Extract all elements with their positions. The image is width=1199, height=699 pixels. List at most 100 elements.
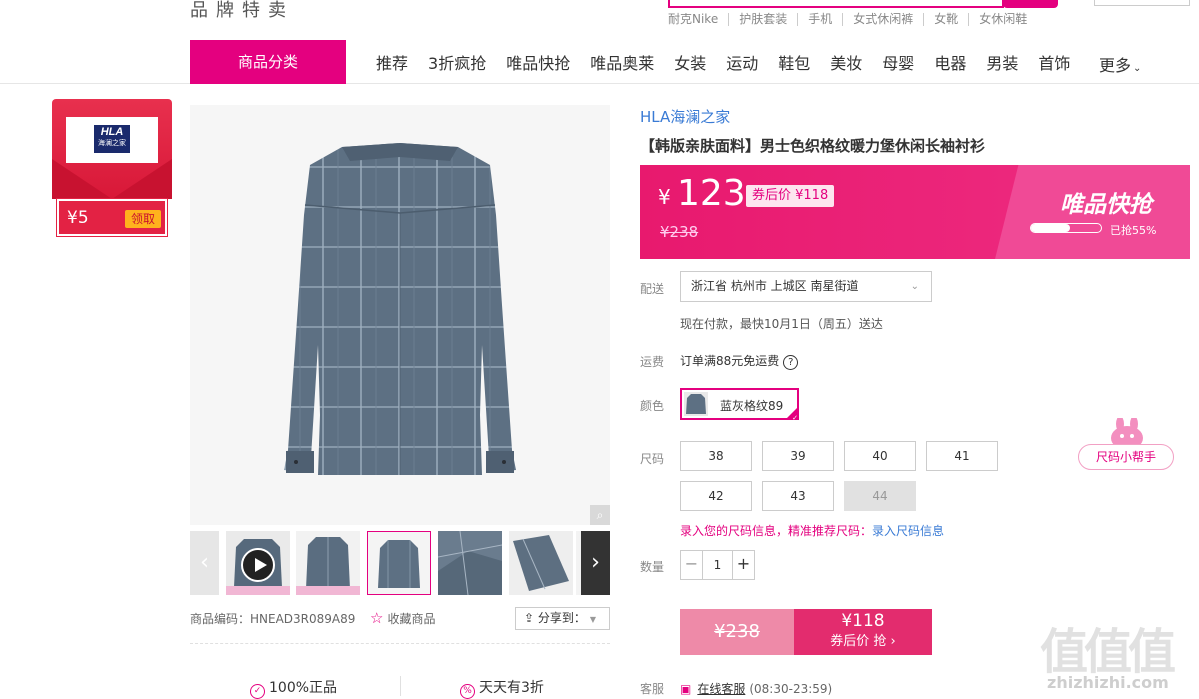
nav-item[interactable]: 推荐 <box>376 50 408 74</box>
thumb-next-button[interactable]: › <box>581 531 610 595</box>
get-coupon-button[interactable]: 领取 <box>125 210 161 228</box>
brand-coupon[interactable]: HLA 海澜之家 ¥5 领取 <box>52 99 172 237</box>
brand-link[interactable]: HLA海澜之家 <box>640 106 730 127</box>
freight-label: 运费 <box>640 355 665 369</box>
watermark: 值值值 <box>1040 624 1176 680</box>
customer-service: ▣ 在线客服 (08:30-23:59) <box>680 680 832 697</box>
hot-word[interactable]: 护肤套装 <box>728 13 797 26</box>
freight-info: 订单满88元免运费? <box>680 352 799 370</box>
buy-button[interactable]: ¥238 ¥118 券后价 抢 › <box>680 609 932 655</box>
divider <box>190 643 610 644</box>
buy-coupon-price[interactable]: ¥118 券后价 抢 › <box>794 609 932 655</box>
nav-more[interactable]: 更多 ⌄ <box>1099 52 1141 76</box>
currency-symbol: ¥ <box>658 185 671 209</box>
size-info-link[interactable]: 录入尺码信息 <box>872 524 944 538</box>
search-button[interactable] <box>1003 0 1058 8</box>
chevron-down-icon: ⌄ <box>1133 63 1142 74</box>
nav-item[interactable]: 电器 <box>934 50 966 74</box>
chevron-down-icon: ⌄ <box>910 281 919 292</box>
service-label: 客服 <box>640 682 665 696</box>
shirt-image <box>284 143 516 475</box>
color-swatch <box>684 392 708 416</box>
logo-subtext: 海澜之家 <box>98 140 126 147</box>
question-icon[interactable]: ? <box>783 355 799 370</box>
hot-word[interactable]: 耐克Nike <box>668 13 728 26</box>
quantity-label: 数量 <box>640 560 665 574</box>
thumbnail[interactable] <box>509 531 573 595</box>
minus-button[interactable]: − <box>681 551 703 579</box>
shield-icon: ✓ <box>250 684 265 699</box>
brand-logo: HLA 海澜之家 <box>66 117 158 163</box>
nav-item[interactable]: 男装 <box>986 50 1018 74</box>
nav-item[interactable]: 女装 <box>674 50 706 74</box>
nav-item[interactable]: 唯品奥莱 <box>590 50 654 74</box>
buy-original-price: ¥238 <box>680 609 794 655</box>
color-name: 蓝灰格纹89 <box>720 399 784 413</box>
sold-progress-bar <box>1030 223 1102 233</box>
size-helper-label[interactable]: 尺码小帮手 <box>1078 444 1174 470</box>
thumb-fabric <box>509 531 573 595</box>
delivery-note: 现在付款，最快10月1日（周五）送达 <box>680 317 883 331</box>
thumbnail-strip: ‹ › <box>190 531 610 595</box>
nav-item[interactable]: 鞋包 <box>778 50 810 74</box>
quantity-stepper: − 1 + <box>680 550 755 580</box>
logo-text: HLA <box>100 126 124 138</box>
size-option[interactable]: 38 <box>680 441 752 471</box>
thumbnail-active[interactable] <box>367 531 431 595</box>
nav-item[interactable]: 美妆 <box>830 50 862 74</box>
guarantee-label: 100%正品 <box>269 680 338 696</box>
size-tip: 录入您的尺码信息，精准推荐尺码：录入尺码信息 <box>680 522 944 539</box>
search-input[interactable] <box>668 0 1004 8</box>
guarantee-discount: % 天天有3折 <box>460 677 544 699</box>
original-price: ¥238 <box>660 223 699 241</box>
color-option-selected[interactable]: 蓝灰格纹89 <box>680 388 799 420</box>
size-option[interactable]: 42 <box>680 481 752 511</box>
size-option[interactable]: 43 <box>762 481 834 511</box>
size-option[interactable]: 41 <box>926 441 998 471</box>
size-label: 尺码 <box>640 452 665 466</box>
service-hours: (08:30-23:59) <box>749 682 833 696</box>
hot-word[interactable]: 手机 <box>797 13 842 26</box>
thumbnail[interactable] <box>296 531 360 595</box>
coupon-amount: ¥5 <box>67 208 89 228</box>
zoom-icon[interactable]: ⌕ <box>590 505 610 525</box>
nav-item[interactable]: 运动 <box>726 50 758 74</box>
guarantee-genuine: ✓ 100%正品 <box>250 677 337 699</box>
sold-progress-fill <box>1031 224 1070 232</box>
thumbnail[interactable] <box>438 531 502 595</box>
thumbnail-video[interactable] <box>226 531 290 595</box>
hot-word[interactable]: 女靴 <box>923 13 968 26</box>
thumb-prev-button[interactable]: ‹ <box>190 531 219 595</box>
hot-word[interactable]: 女式休闲裤 <box>842 13 923 26</box>
online-service-link[interactable]: 在线客服 <box>697 682 745 696</box>
chat-icon: ▣ <box>680 682 692 696</box>
current-price: 123 <box>677 173 746 214</box>
coupon-strip: ¥5 领取 <box>56 198 168 237</box>
hot-word[interactable]: 女休闲鞋 <box>968 13 1037 26</box>
nav-items: 推荐 3折疯抢 唯品快抢 唯品奥莱 女装 运动 鞋包 美妆 母婴 电器 男装 首… <box>376 40 1090 84</box>
header-box[interactable] <box>1094 0 1190 6</box>
size-option-disabled: 44 <box>844 481 916 511</box>
product-main-image[interactable] <box>190 105 610 525</box>
nav-item[interactable]: 唯品快抢 <box>506 50 570 74</box>
nav-item[interactable]: 首饰 <box>1038 50 1070 74</box>
star-icon: ☆ <box>370 609 384 627</box>
product-title: 【韩版亲肤面料】男士色织格纹暖力堡休闲长袖衬衫 <box>640 137 986 155</box>
category-menu-button[interactable]: 商品分类 <box>190 40 346 84</box>
nav-item[interactable]: 母婴 <box>882 50 914 74</box>
share-dropdown[interactable]: ⇪ 分享到： ▼ <box>515 607 610 630</box>
thumb-badge <box>296 586 360 595</box>
size-tip-text: 录入您的尺码信息，精准推荐尺码： <box>680 524 873 538</box>
size-option[interactable]: 39 <box>762 441 834 471</box>
share-icon: ⇪ <box>524 611 538 625</box>
percent-icon: % <box>460 684 475 699</box>
favorite-button[interactable]: ☆ 收藏商品 <box>370 609 435 627</box>
color-label: 颜色 <box>640 399 665 413</box>
address-selector[interactable]: 浙江省 杭州市 上城区 南星街道 ⌄ <box>680 271 932 302</box>
plus-button[interactable]: + <box>732 551 754 579</box>
nav-item[interactable]: 3折疯抢 <box>428 50 486 74</box>
quantity-value[interactable]: 1 <box>703 551 732 579</box>
thumb-badge <box>226 586 290 595</box>
thumb-shirt <box>368 532 430 594</box>
size-option[interactable]: 40 <box>844 441 916 471</box>
